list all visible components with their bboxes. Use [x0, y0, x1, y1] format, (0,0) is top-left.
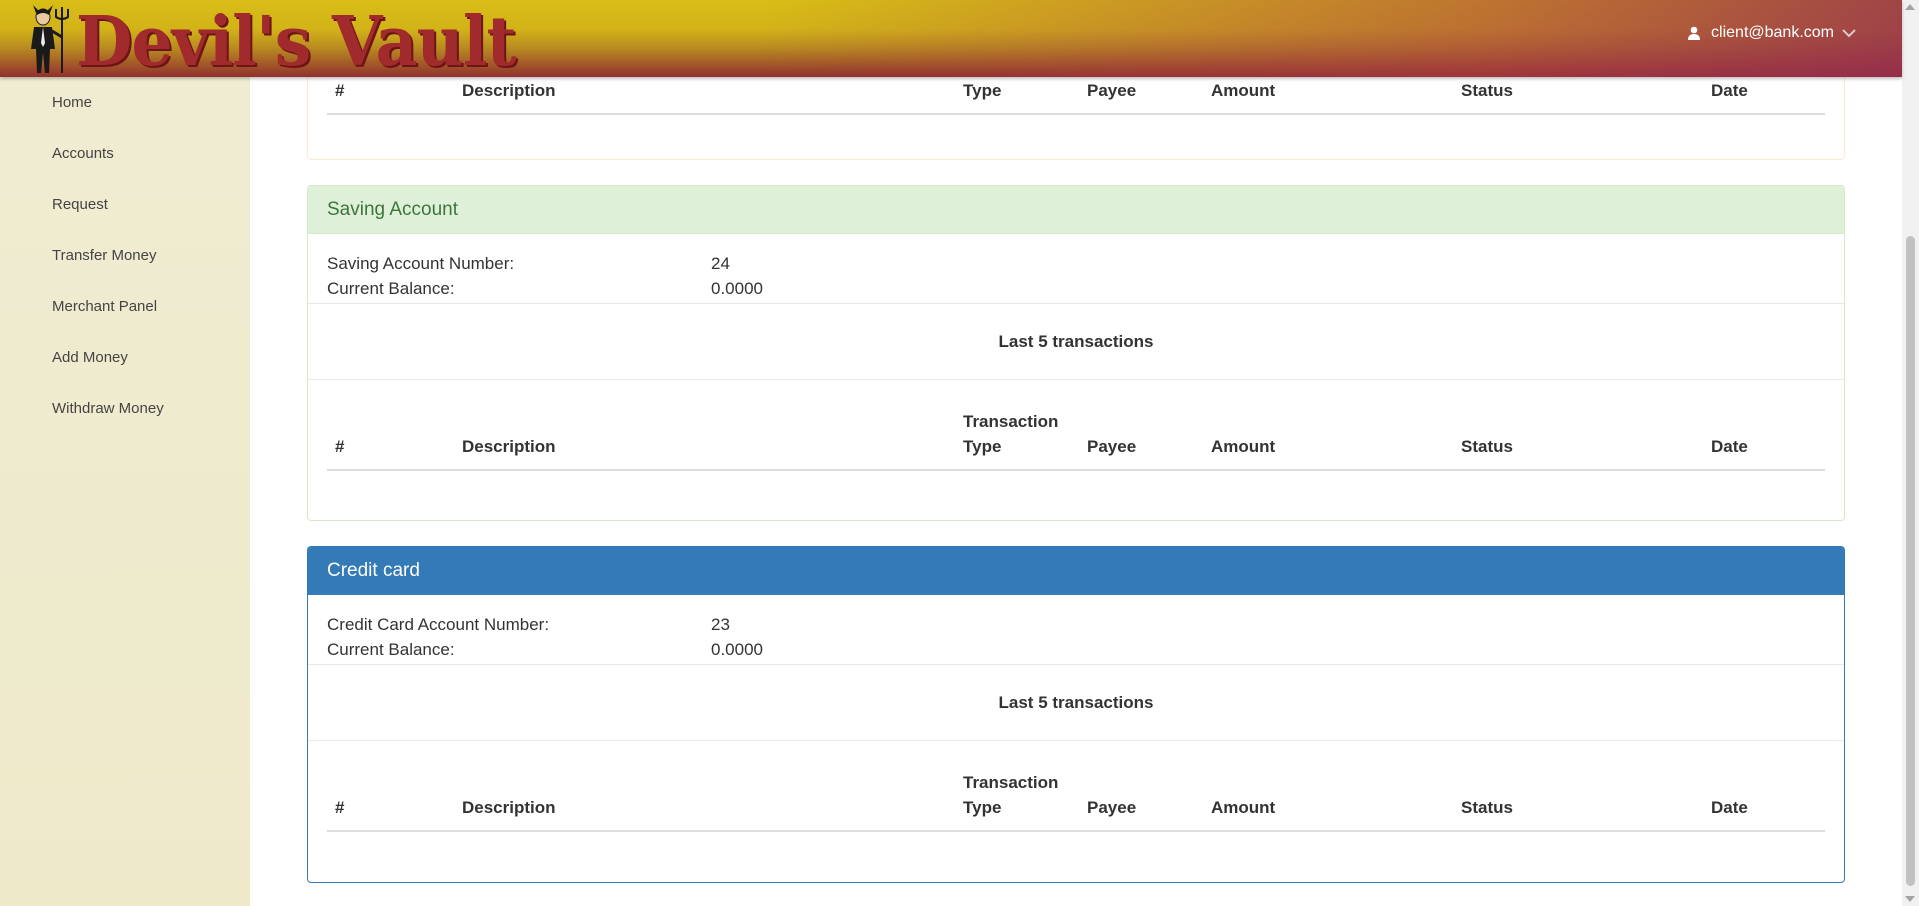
col-status: Status [1461, 437, 1513, 456]
col-amount: Amount [1211, 798, 1276, 817]
sidebar-item-accounts[interactable]: Accounts [0, 128, 250, 179]
col-number: # [335, 437, 345, 456]
col-transaction-type: Transaction Type [963, 770, 1058, 820]
col-transaction-type: Transaction Type [963, 409, 1058, 459]
sidebar-item-withdraw-money[interactable]: Withdraw Money [0, 383, 250, 434]
sidebar-item-merchant-panel[interactable]: Merchant Panel [0, 281, 250, 332]
col-date: Date [1711, 437, 1748, 456]
col-description: Description [462, 437, 556, 456]
header-rule [327, 113, 1825, 115]
col-description: Description [462, 798, 556, 817]
account-number-label: Saving Account Number: [327, 254, 515, 273]
chevron-down-icon [1842, 29, 1856, 38]
col-transaction-type-line1: Transaction [963, 412, 1059, 431]
col-payee: Payee [1087, 437, 1137, 456]
brand-logo[interactable]: Devil's Vault [22, 0, 517, 82]
col-transaction-type-line2: Type [963, 437, 1002, 456]
col-date: Date [1711, 798, 1748, 817]
col-payee: Payee [1087, 81, 1137, 100]
transactions-table-header: # Description Transaction Type Payee Amo… [308, 741, 1844, 838]
col-amount: Amount [1211, 81, 1276, 100]
balance-label: Current Balance: [327, 279, 455, 298]
top-navbar: Devil's Vault client@bank.com [0, 0, 1902, 82]
saving-account-heading: Saving Account [308, 186, 1844, 234]
brand-wordmark: Devil's Vault [76, 2, 517, 82]
last-transactions-title: Last 5 transactions [308, 665, 1844, 741]
devil-mascot-icon [31, 5, 69, 73]
header-rule [327, 469, 1825, 471]
account-number-value: 24 [711, 254, 730, 273]
col-amount: Amount [1211, 437, 1276, 456]
last-transactions-title: Last 5 transactions [308, 304, 1844, 380]
scroll-down-icon[interactable] [1905, 896, 1915, 902]
saving-account-info: Saving Account Number: 24 Current Balanc… [308, 234, 1844, 304]
sidebar-item-request[interactable]: Request [0, 179, 250, 230]
col-status: Status [1461, 798, 1513, 817]
header-rule [327, 830, 1825, 832]
user-icon [1688, 26, 1701, 40]
account-number-label: Credit Card Account Number: [327, 615, 550, 634]
account-number-value: 23 [711, 615, 730, 634]
sidebar-nav: Home Accounts Request Transfer Money Mer… [0, 77, 250, 906]
col-date: Date [1711, 81, 1748, 100]
saving-account-panel: Saving Account Saving Account Number: 24… [307, 185, 1845, 521]
transactions-table-header: # Description Transaction Type Payee Amo… [308, 380, 1844, 477]
sidebar-item-transfer-money[interactable]: Transfer Money [0, 230, 250, 281]
credit-card-heading: Credit card [308, 547, 1844, 595]
scrollbar-thumb[interactable] [1906, 236, 1915, 886]
user-email: client@bank.com [1711, 24, 1834, 41]
col-number: # [335, 798, 345, 817]
balance-label: Current Balance: [327, 640, 455, 659]
col-payee: Payee [1087, 798, 1137, 817]
balance-value: 0.0000 [711, 640, 763, 659]
scroll-up-icon[interactable] [1905, 4, 1915, 10]
sidebar-item-home[interactable]: Home [0, 77, 250, 128]
col-status: Status [1461, 81, 1513, 100]
col-transaction-type-line2: Type [963, 798, 1002, 817]
sidebar-item-add-money[interactable]: Add Money [0, 332, 250, 383]
user-dropdown[interactable]: client@bank.com [1687, 24, 1856, 42]
balance-value: 0.0000 [711, 279, 763, 298]
credit-card-panel: Credit card Credit Card Account Number: … [307, 546, 1845, 883]
page-scrollbar[interactable] [1902, 0, 1919, 906]
col-type: Type [963, 81, 1002, 100]
credit-card-info: Credit Card Account Number: 23 Current B… [308, 595, 1844, 665]
col-transaction-type-line1: Transaction [963, 773, 1059, 792]
